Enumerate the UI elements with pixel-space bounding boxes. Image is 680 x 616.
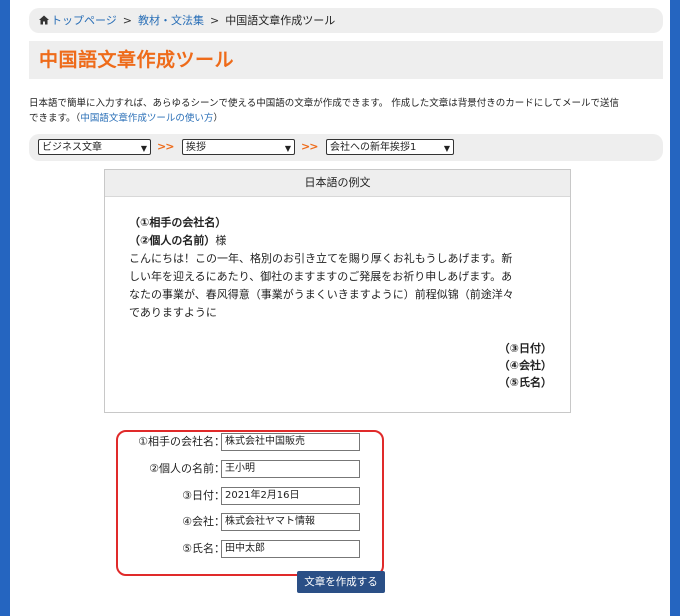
example-date: （③日付） bbox=[498, 342, 552, 355]
example-recipient-name: （②個人の名前） bbox=[129, 234, 216, 247]
create-text-button[interactable]: 文章を作成する bbox=[297, 571, 385, 593]
example-body-line: しい年を迎えるにあたり、御社のますますのご発展をお祈り申しあげます。あ bbox=[129, 270, 513, 283]
template-selector-bar: ビジネス文章 ▼ >> 挨拶 ▼ >> 会社への新年挨拶1 ▼ bbox=[29, 134, 663, 161]
example-body-line: こんにちは！この一年、格別のお引き立てを賜り厚くお礼もうしあげます。新 bbox=[129, 252, 513, 265]
recipient-name-input[interactable]: 王小明 bbox=[221, 460, 360, 478]
example-signoff: （③日付） （④会社） （⑤氏名） bbox=[499, 340, 552, 391]
intro-line-2-suffix: ） bbox=[213, 113, 223, 124]
page-title-box: 中国語文章作成ツール bbox=[29, 41, 663, 79]
form-row-sender-name: ⑤氏名： 田中太郎 bbox=[110, 540, 370, 558]
form-row-date: ③日付： 2021年2月16日 bbox=[110, 487, 370, 505]
intro-line-2-prefix: できます。（ bbox=[29, 113, 81, 124]
breadcrumb-materials-link[interactable]: 教材・文法集 bbox=[138, 14, 204, 27]
example-company: （④会社） bbox=[498, 359, 552, 372]
form-row-sender-company: ④会社： 株式会社ヤマト情報 bbox=[110, 513, 370, 531]
arrow-separator: >> bbox=[157, 140, 174, 153]
example-heading: 日本語の例文 bbox=[105, 170, 570, 197]
form-row-company: ①相手の会社名： 株式会社中国販売 bbox=[110, 433, 370, 451]
example-panel: 日本語の例文 （①相手の会社名） （②個人の名前）様 こんにちは！この一年、格別… bbox=[104, 169, 571, 413]
sender-company-input[interactable]: 株式会社ヤマト情報 bbox=[221, 513, 360, 531]
category-select-value: ビジネス文章 bbox=[42, 142, 102, 153]
form-label: ②個人の名前： bbox=[149, 462, 225, 475]
template-select[interactable]: 会社への新年挨拶1 ▼ bbox=[326, 139, 454, 155]
chevron-down-icon: ▼ bbox=[140, 144, 147, 153]
breadcrumb: トップページ > 教材・文法集 > 中国語文章作成ツール bbox=[29, 8, 663, 33]
breadcrumb-current: 中国語文章作成ツール bbox=[225, 14, 336, 27]
page: トップページ > 教材・文法集 > 中国語文章作成ツール 中国語文章作成ツール 日本語で… bbox=[10, 0, 670, 616]
type-select[interactable]: 挨拶 ▼ bbox=[182, 139, 295, 155]
intro-text: 日本語で簡単に入力すれば、あらゆるシーンで使える中国語の文章が作成できます。 作… bbox=[29, 96, 669, 126]
recipient-company-input[interactable]: 株式会社中国販売 bbox=[221, 433, 360, 451]
example-name: （⑤氏名） bbox=[498, 376, 552, 389]
arrow-separator: >> bbox=[301, 140, 318, 153]
breadcrumb-home-link[interactable]: トップページ bbox=[51, 14, 117, 27]
usage-guide-link[interactable]: 中国語文章作成ツールの使い方 bbox=[80, 113, 213, 124]
type-select-value: 挨拶 bbox=[186, 142, 206, 153]
sender-name-input[interactable]: 田中太郎 bbox=[221, 540, 360, 558]
breadcrumb-separator: > bbox=[210, 14, 220, 27]
form-row-person: ②個人の名前： 王小明 bbox=[110, 460, 370, 478]
category-select[interactable]: ビジネス文章 ▼ bbox=[38, 139, 151, 155]
form-label: ③日付： bbox=[182, 489, 225, 502]
intro-line-1: 日本語で簡単に入力すれば、あらゆるシーンで使える中国語の文章が作成できます。 作… bbox=[29, 98, 620, 109]
chevron-down-icon: ▼ bbox=[284, 144, 291, 153]
page-title: 中国語文章作成ツール bbox=[39, 49, 235, 71]
template-select-value: 会社への新年挨拶1 bbox=[330, 142, 417, 153]
form-label: ⑤氏名： bbox=[182, 542, 225, 555]
chevron-down-icon: ▼ bbox=[443, 144, 450, 153]
date-input[interactable]: 2021年2月16日 bbox=[221, 487, 360, 505]
breadcrumb-separator: > bbox=[122, 14, 132, 27]
example-honorific: 様 bbox=[215, 234, 227, 247]
example-recipient-company: （①相手の会社名） bbox=[129, 216, 227, 229]
example-body-line: でありますように bbox=[129, 306, 217, 319]
example-body: （①相手の会社名） （②個人の名前）様 こんにちは！この一年、格別のお引き立てを… bbox=[129, 214, 549, 322]
form-label: ④会社： bbox=[182, 515, 225, 528]
home-icon bbox=[39, 15, 49, 25]
form-label: ①相手の会社名： bbox=[138, 435, 225, 448]
example-recipient-line: （②個人の名前）様 bbox=[129, 232, 549, 250]
example-body-line: なたの事業が、春风得意（事業がうまくいきますように）前程似锦（前途洋々 bbox=[129, 288, 514, 301]
